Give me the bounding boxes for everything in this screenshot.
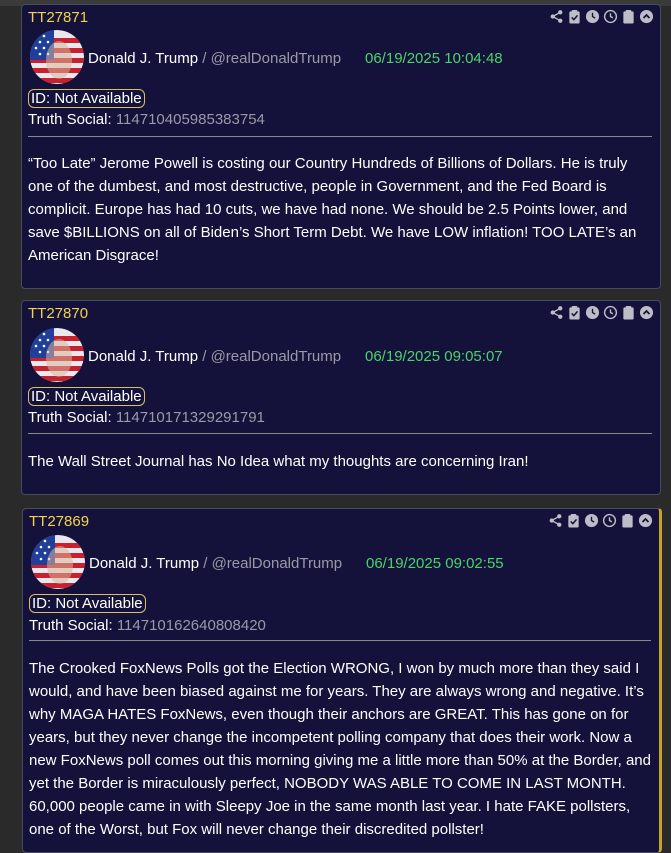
clock-icon[interactable] xyxy=(585,9,600,24)
author-separator: / xyxy=(202,50,207,67)
post-actions xyxy=(549,9,654,24)
post-divider xyxy=(28,136,652,137)
share-icon[interactable] xyxy=(548,513,563,528)
post-card: TT27870 Donald J. Trump / @realDonaldTru… xyxy=(21,300,661,495)
history-icon[interactable] xyxy=(602,513,617,528)
clock-icon[interactable] xyxy=(585,305,600,320)
truth-social-label: Truth Social: xyxy=(29,617,113,634)
post-tt-id[interactable]: TT27870 xyxy=(28,305,88,322)
chevron-up-icon[interactable] xyxy=(639,9,654,24)
history-icon[interactable] xyxy=(603,305,618,320)
post-text: The Wall Street Journal has No Idea what… xyxy=(28,453,529,470)
author-separator: / xyxy=(203,555,208,572)
truth-social-label: Truth Social: xyxy=(28,409,112,426)
post-timestamp: 06/19/2025 10:04:48 xyxy=(365,50,503,67)
post-tt-id[interactable]: TT27871 xyxy=(28,9,88,26)
truth-social-line: Truth Social: 114710405985383754 xyxy=(28,111,265,128)
truth-social-line: Truth Social: 114710162640808420 xyxy=(29,617,266,634)
history-icon[interactable] xyxy=(603,9,618,24)
avatar[interactable] xyxy=(31,535,85,589)
truth-social-line: Truth Social: 114710171329291791 xyxy=(28,409,265,426)
clipboard-icon[interactable] xyxy=(621,9,636,24)
post-tt-id[interactable]: TT27869 xyxy=(29,513,89,530)
clipboard-check-icon[interactable] xyxy=(567,9,582,24)
post-id-line: ID: Not Available xyxy=(28,89,145,108)
author-name: Donald J. Trump xyxy=(88,348,199,365)
clipboard-icon[interactable] xyxy=(620,513,635,528)
post-id-line: ID: Not Available xyxy=(29,594,146,613)
author-separator: / xyxy=(202,348,207,365)
avatar[interactable] xyxy=(30,328,84,382)
chevron-up-icon[interactable] xyxy=(638,513,653,528)
post-actions xyxy=(548,513,653,528)
clipboard-check-icon[interactable] xyxy=(566,513,581,528)
clipboard-icon[interactable] xyxy=(621,305,636,320)
post-id-line: ID: Not Available xyxy=(28,387,145,406)
chevron-up-icon[interactable] xyxy=(639,305,654,320)
author-handle[interactable]: @realDonaldTrump xyxy=(212,555,343,572)
post-author: Donald J. Trump / @realDonaldTrump xyxy=(88,50,341,67)
avatar[interactable] xyxy=(30,30,84,84)
post-timestamp: 06/19/2025 09:05:07 xyxy=(365,348,503,365)
author-name: Donald J. Trump xyxy=(88,50,199,67)
post-text: “Too Late” Jerome Powell is costing our … xyxy=(28,155,637,264)
author-name: Donald J. Trump xyxy=(89,555,200,572)
post-author: Donald J. Trump / @realDonaldTrump xyxy=(89,555,342,572)
post-card: TT27871 Donald J. Trump / @realDonaldTru… xyxy=(21,4,661,289)
truth-social-id[interactable]: 114710162640808420 xyxy=(117,617,266,634)
post-divider xyxy=(28,433,652,434)
truth-social-id[interactable]: 114710171329291791 xyxy=(116,409,265,426)
author-handle[interactable]: @realDonaldTrump xyxy=(211,50,342,67)
author-handle[interactable]: @realDonaldTrump xyxy=(211,348,342,365)
post-timestamp: 06/19/2025 09:02:55 xyxy=(366,555,504,572)
post-card: TT27869 Donald J. Trump / @realDonaldTru… xyxy=(22,508,662,853)
clipboard-check-icon[interactable] xyxy=(567,305,582,320)
post-text: The Crooked FoxNews Polls got the Electi… xyxy=(29,660,651,838)
truth-social-label: Truth Social: xyxy=(28,111,112,128)
share-icon[interactable] xyxy=(549,9,564,24)
post-divider xyxy=(29,640,651,641)
share-icon[interactable] xyxy=(549,305,564,320)
post-actions xyxy=(549,305,654,320)
clock-icon[interactable] xyxy=(584,513,599,528)
truth-social-id[interactable]: 114710405985383754 xyxy=(116,111,265,128)
post-author: Donald J. Trump / @realDonaldTrump xyxy=(88,348,341,365)
